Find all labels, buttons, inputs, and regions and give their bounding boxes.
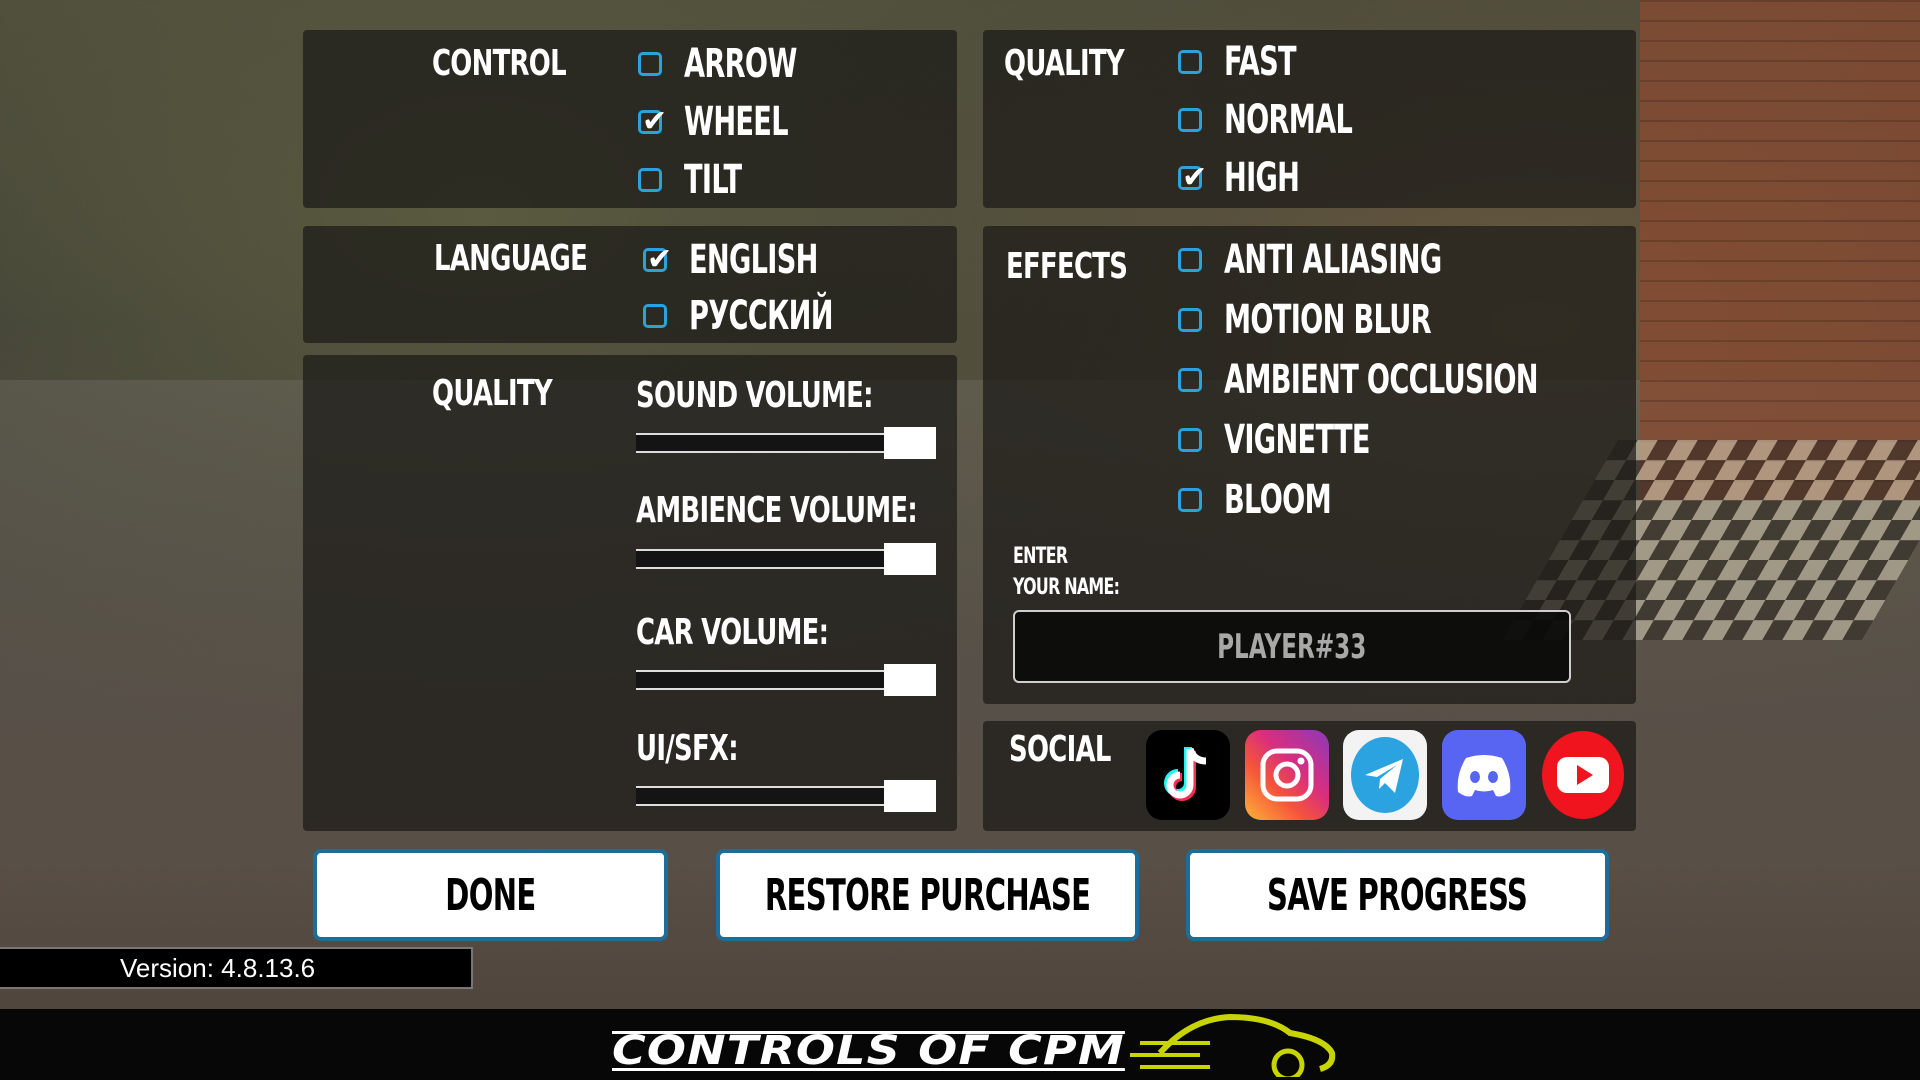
checkbox[interactable] [1178, 428, 1202, 452]
checkbox[interactable] [1178, 488, 1202, 512]
option-label: ANTI ALIASING [1224, 237, 1442, 283]
ambience-volume-label: AMBIENCE VOLUME: [636, 490, 918, 531]
checkbox[interactable] [638, 52, 662, 76]
sound-volume-slider[interactable] [636, 427, 936, 459]
name-label-line1: ENTER [1013, 544, 1068, 569]
checkbox[interactable]: ✔ [1178, 163, 1207, 193]
checkbox[interactable] [1178, 108, 1202, 132]
name-label-line2: YOUR NAME: [1013, 575, 1120, 600]
slider-track[interactable] [636, 433, 888, 453]
tiktok-glyph [1164, 747, 1207, 801]
effects-option-anti-aliasing[interactable]: ANTI ALIASING [1178, 236, 1544, 284]
effects-label: EFFECTS [1006, 246, 1128, 287]
checkbox[interactable]: ✔ [638, 107, 667, 137]
option-label: ARROW [684, 41, 797, 87]
checkbox[interactable] [1178, 50, 1202, 74]
option-label: MOTION BLUR [1224, 297, 1432, 343]
social-label: SOCIAL [1009, 729, 1111, 770]
youtube-glyph [1542, 731, 1624, 819]
slider-track[interactable] [636, 549, 888, 569]
save-progress-label: SAVE PROGRESS [1267, 869, 1528, 921]
effects-option-motion-blur[interactable]: MOTION BLUR [1178, 296, 1528, 344]
slider-thumb[interactable] [884, 543, 936, 575]
footer-title: CONTROLS OF CPM [612, 1028, 1125, 1074]
slider-track[interactable] [636, 786, 888, 806]
instagram-glyph [1260, 748, 1314, 802]
checkbox[interactable] [643, 304, 667, 328]
control-option-arrow[interactable]: ARROW [638, 40, 850, 88]
option-label: TILT [684, 157, 742, 203]
checkbox[interactable] [638, 168, 662, 192]
checkbox[interactable] [1178, 308, 1202, 332]
option-label: ENGLISH [689, 237, 818, 283]
slider-thumb[interactable] [884, 664, 936, 696]
language-label: LANGUAGE [434, 238, 588, 279]
effects-option-ambient-occlusion[interactable]: AMBIENT OCCLUSION [1178, 356, 1686, 404]
version-label: Version: 4.8.13.6 [0, 947, 473, 989]
slider-thumb[interactable] [884, 427, 936, 459]
slider-thumb[interactable] [884, 780, 936, 812]
sound-volume-label: SOUND VOLUME: [636, 375, 873, 416]
quality-option-high[interactable]: ✔ HIGH [1178, 154, 1335, 202]
option-label: WHEEL [684, 99, 789, 145]
tiktok-icon[interactable] [1146, 730, 1230, 820]
language-option-russian[interactable]: РУССКИЙ [643, 292, 901, 340]
control-option-wheel[interactable]: ✔ WHEEL [638, 98, 837, 146]
ui-sfx-label: UI/SFX: [636, 728, 739, 769]
player-name-value: PLAYER#33 [1217, 626, 1367, 667]
save-progress-button[interactable]: SAVE PROGRESS [1186, 849, 1609, 941]
option-label: РУССКИЙ [689, 293, 834, 339]
brick-building [1640, 0, 1920, 500]
option-label: NORMAL [1224, 97, 1353, 143]
quality-label: QUALITY [1004, 43, 1125, 84]
language-option-english[interactable]: ✔ ENGLISH [643, 236, 878, 284]
checkmark-icon: ✔ [647, 242, 673, 277]
telegram-icon[interactable] [1343, 730, 1427, 820]
effects-option-bloom[interactable]: BLOOM [1178, 476, 1381, 524]
ambience-volume-slider[interactable] [636, 543, 936, 575]
option-label: VIGNETTE [1224, 417, 1370, 463]
control-label: CONTROL [432, 43, 567, 84]
ui-sfx-slider[interactable] [636, 780, 936, 812]
telegram-glyph [1351, 737, 1419, 813]
checkmark-icon: ✔ [1182, 160, 1208, 195]
restore-purchase-button[interactable]: RESTORE PURCHASE [716, 849, 1139, 941]
option-label: FAST [1224, 39, 1297, 85]
instagram-icon[interactable] [1245, 730, 1329, 820]
audio-section-label: QUALITY [432, 373, 553, 414]
quality-option-normal[interactable]: NORMAL [1178, 96, 1413, 144]
option-label: HIGH [1224, 155, 1300, 201]
quality-option-fast[interactable]: FAST [1178, 38, 1330, 86]
discord-glyph [1457, 755, 1511, 797]
youtube-icon[interactable] [1541, 730, 1625, 820]
option-label: AMBIENT OCCLUSION [1224, 357, 1539, 403]
effects-option-vignette[interactable]: VIGNETTE [1178, 416, 1438, 464]
control-option-tilt[interactable]: TILT [638, 156, 768, 204]
control-panel [303, 30, 957, 208]
checkmark-icon: ✔ [642, 104, 668, 139]
car-volume-label: CAR VOLUME: [636, 612, 829, 653]
footer-banner: CONTROLS OF CPM [0, 1009, 1920, 1080]
checkbox[interactable]: ✔ [643, 245, 672, 275]
slider-track[interactable] [636, 670, 888, 690]
discord-icon[interactable] [1442, 730, 1526, 820]
car-logo-icon [1130, 1013, 1336, 1077]
restore-purchase-label: RESTORE PURCHASE [764, 869, 1091, 921]
checkbox[interactable] [1178, 248, 1202, 272]
car-volume-slider[interactable] [636, 664, 936, 696]
done-button[interactable]: DONE [313, 849, 668, 941]
done-button-label: DONE [445, 869, 536, 921]
checkbox[interactable] [1178, 368, 1202, 392]
option-label: BLOOM [1224, 477, 1332, 523]
player-name-input[interactable]: PLAYER#33 [1013, 610, 1571, 683]
